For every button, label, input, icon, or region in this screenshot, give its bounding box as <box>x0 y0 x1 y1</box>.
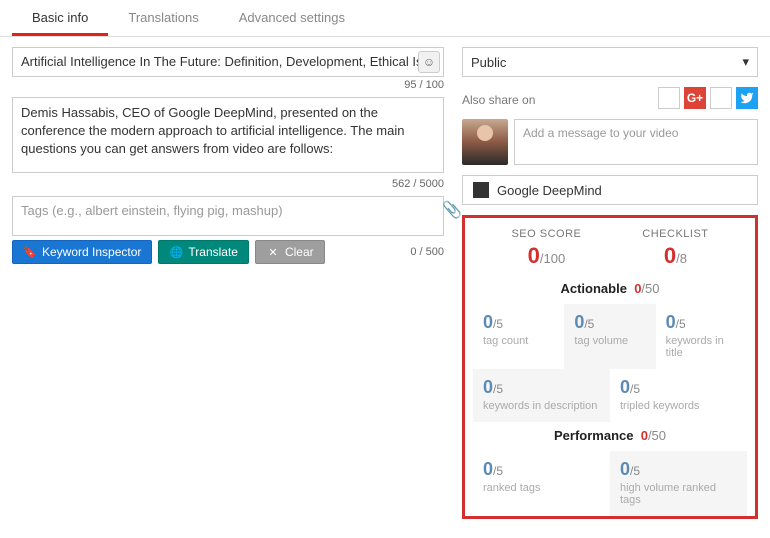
tags-counter: 0 / 500 <box>410 246 444 258</box>
card-icon <box>473 182 489 198</box>
tags-input[interactable]: Tags (e.g., albert einstein, flying pig,… <box>12 196 444 236</box>
share-label: Also share on <box>462 93 535 107</box>
tab-basic-info[interactable]: Basic info <box>12 0 108 36</box>
title-counter: 95 / 100 <box>12 79 444 91</box>
tab-translations[interactable]: Translations <box>108 0 218 36</box>
privacy-value: Public <box>471 55 506 70</box>
description-field-row <box>12 97 444 176</box>
twitter-checkbox[interactable] <box>710 87 732 109</box>
close-icon: ✕ <box>266 245 280 259</box>
keyword-inspector-button[interactable]: 🔖 Keyword Inspector <box>12 240 152 264</box>
translate-button[interactable]: 🌐 Translate <box>158 240 249 264</box>
title-input[interactable]: Artificial Intelligence In The Future: D… <box>12 47 444 77</box>
tag-icon: 🔖 <box>23 245 37 259</box>
actionable-header: Actionable 0/50 <box>473 281 747 296</box>
share-message-input[interactable]: Add a message to your video <box>514 119 758 165</box>
metric-tripled-keywords: 0/5tripled keywords <box>610 369 747 422</box>
card-chip[interactable]: Google DeepMind <box>462 175 758 205</box>
gplus-checkbox[interactable] <box>658 87 680 109</box>
paperclip-icon[interactable]: 📎 <box>442 200 462 220</box>
card-label: Google DeepMind <box>497 183 602 198</box>
description-input[interactable] <box>12 97 444 173</box>
translate-label: Translate <box>188 245 238 259</box>
performance-header: Performance 0/50 <box>473 428 747 443</box>
chevron-down-icon: ▾ <box>742 54 749 70</box>
avatar <box>462 119 508 165</box>
seo-score: SEO SCORE 0/100 <box>511 228 581 269</box>
keyword-inspector-label: Keyword Inspector <box>42 245 141 259</box>
clear-label: Clear <box>285 245 314 259</box>
metric-tag-count: 0/5tag count <box>473 304 564 369</box>
privacy-select[interactable]: Public ▾ <box>462 47 758 77</box>
emoji-icon[interactable]: ☺ <box>418 51 440 73</box>
metric-tag-volume: 0/5tag volume <box>564 304 655 369</box>
checklist-score: CHECKLIST 0/8 <box>642 228 708 269</box>
clear-button[interactable]: ✕ Clear <box>255 240 325 264</box>
metric-keywords-title: 0/5keywords in title <box>656 304 747 369</box>
tab-advanced-settings[interactable]: Advanced settings <box>219 0 365 36</box>
tabs: Basic info Translations Advanced setting… <box>0 0 770 37</box>
seo-panel: SEO SCORE 0/100 CHECKLIST 0/8 Actionable… <box>462 215 758 519</box>
twitter-icon[interactable] <box>736 87 758 109</box>
metric-keywords-desc: 0/5keywords in description <box>473 369 610 422</box>
metric-ranked-tags: 0/5ranked tags <box>473 451 610 516</box>
description-counter: 562 / 5000 <box>12 178 444 190</box>
metric-high-volume-ranked: 0/5high volume ranked tags <box>610 451 747 516</box>
title-field-row: Artificial Intelligence In The Future: D… <box>12 47 444 77</box>
globe-icon: 🌐 <box>169 245 183 259</box>
google-plus-icon[interactable]: G+ <box>684 87 706 109</box>
